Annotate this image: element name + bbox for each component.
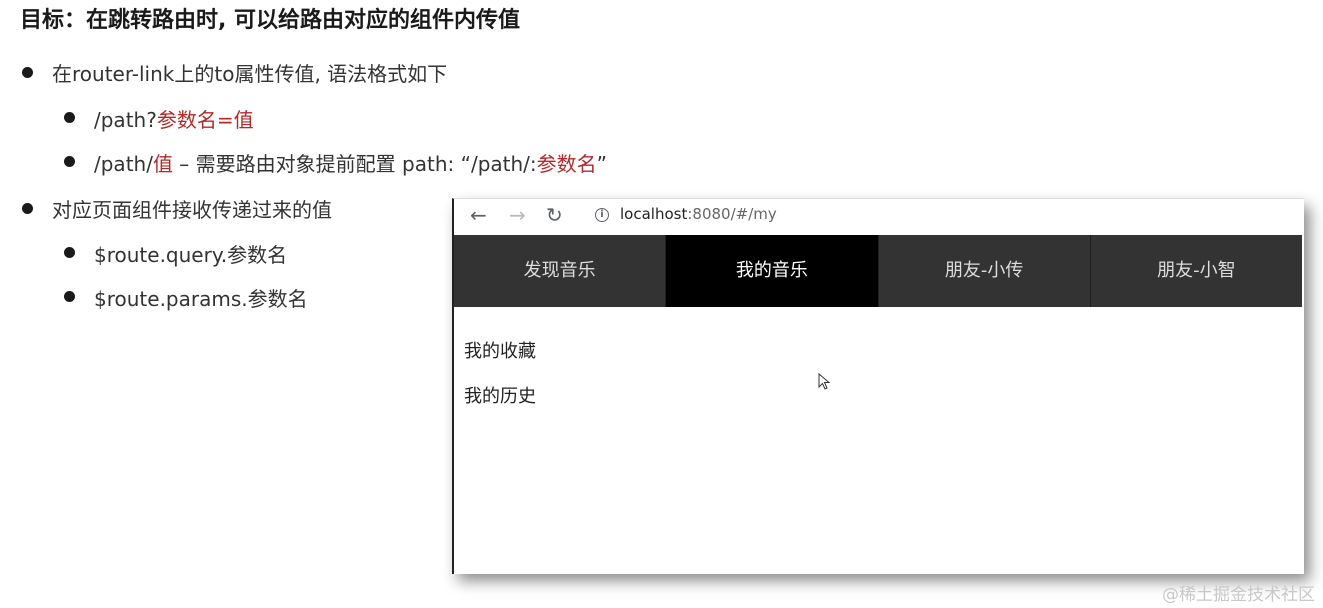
bullet-text: 在router-link上的to属性传值, 语法格式如下 bbox=[52, 62, 448, 86]
reload-icon[interactable]: ↻ bbox=[546, 203, 563, 227]
bullet-dot bbox=[22, 67, 33, 78]
url-host: localhost bbox=[620, 205, 688, 223]
bullet-dot bbox=[64, 291, 75, 302]
path-text: /path/ bbox=[94, 152, 153, 176]
tab-my-music[interactable]: 我的音乐 bbox=[666, 235, 879, 307]
quote-close: ” bbox=[596, 152, 608, 176]
bullet-dot bbox=[64, 112, 75, 123]
watermark: @稀土掘金技术社区 bbox=[1162, 585, 1315, 605]
slide-title: 目标：在跳转路由时, 可以给路由对应的组件内传值 bbox=[20, 8, 521, 33]
music-nav-bar: 发现音乐 我的音乐 朋友-小传 朋友-小智 bbox=[454, 235, 1302, 307]
mouse-cursor-icon bbox=[818, 373, 831, 390]
link-my-history[interactable]: 我的历史 bbox=[464, 382, 536, 408]
site-info-icon[interactable]: i bbox=[595, 208, 609, 222]
tab-friend-xiaozhi[interactable]: 朋友-小智 bbox=[1091, 235, 1302, 307]
value-highlight: 值 bbox=[152, 152, 173, 176]
link-my-favorites[interactable]: 我的收藏 bbox=[464, 337, 536, 363]
bullet-text: /path/值 – 需要路由对象提前配置 path: “/path/:参数名” bbox=[94, 148, 607, 177]
path-text: /path? bbox=[94, 108, 157, 132]
my-music-content: 我的收藏 我的历史 bbox=[464, 337, 536, 427]
bullet-dot bbox=[22, 203, 33, 214]
param-highlight: 参数名 bbox=[536, 152, 597, 176]
tab-discover-music[interactable]: 发现音乐 bbox=[454, 235, 667, 307]
address-bar: ← → ↻ i localhost:8080/#/my bbox=[454, 199, 1304, 235]
back-arrow-icon[interactable]: ← bbox=[470, 203, 487, 227]
bullet-text: $route.query.参数名 bbox=[94, 243, 288, 267]
bullet-dot bbox=[64, 156, 75, 167]
url-field[interactable]: localhost:8080/#/my bbox=[620, 205, 777, 223]
bullet-text: /path?参数名=值 bbox=[94, 104, 254, 133]
bullet-text: 对应页面组件接收传递过来的值 bbox=[52, 198, 332, 222]
config-note: – 需要路由对象提前配置 path: “/path/: bbox=[172, 152, 537, 176]
browser-window: ← → ↻ i localhost:8080/#/my 发现音乐 我的音乐 朋友… bbox=[452, 198, 1304, 574]
bullet-dot bbox=[64, 247, 75, 258]
tab-friend-xiaochuan[interactable]: 朋友-小传 bbox=[879, 235, 1091, 307]
param-highlight: 参数名=值 bbox=[156, 108, 254, 132]
bullet-text: $route.params.参数名 bbox=[94, 287, 308, 311]
forward-arrow-icon[interactable]: → bbox=[509, 203, 526, 227]
url-path: :8080/#/my bbox=[687, 205, 777, 223]
